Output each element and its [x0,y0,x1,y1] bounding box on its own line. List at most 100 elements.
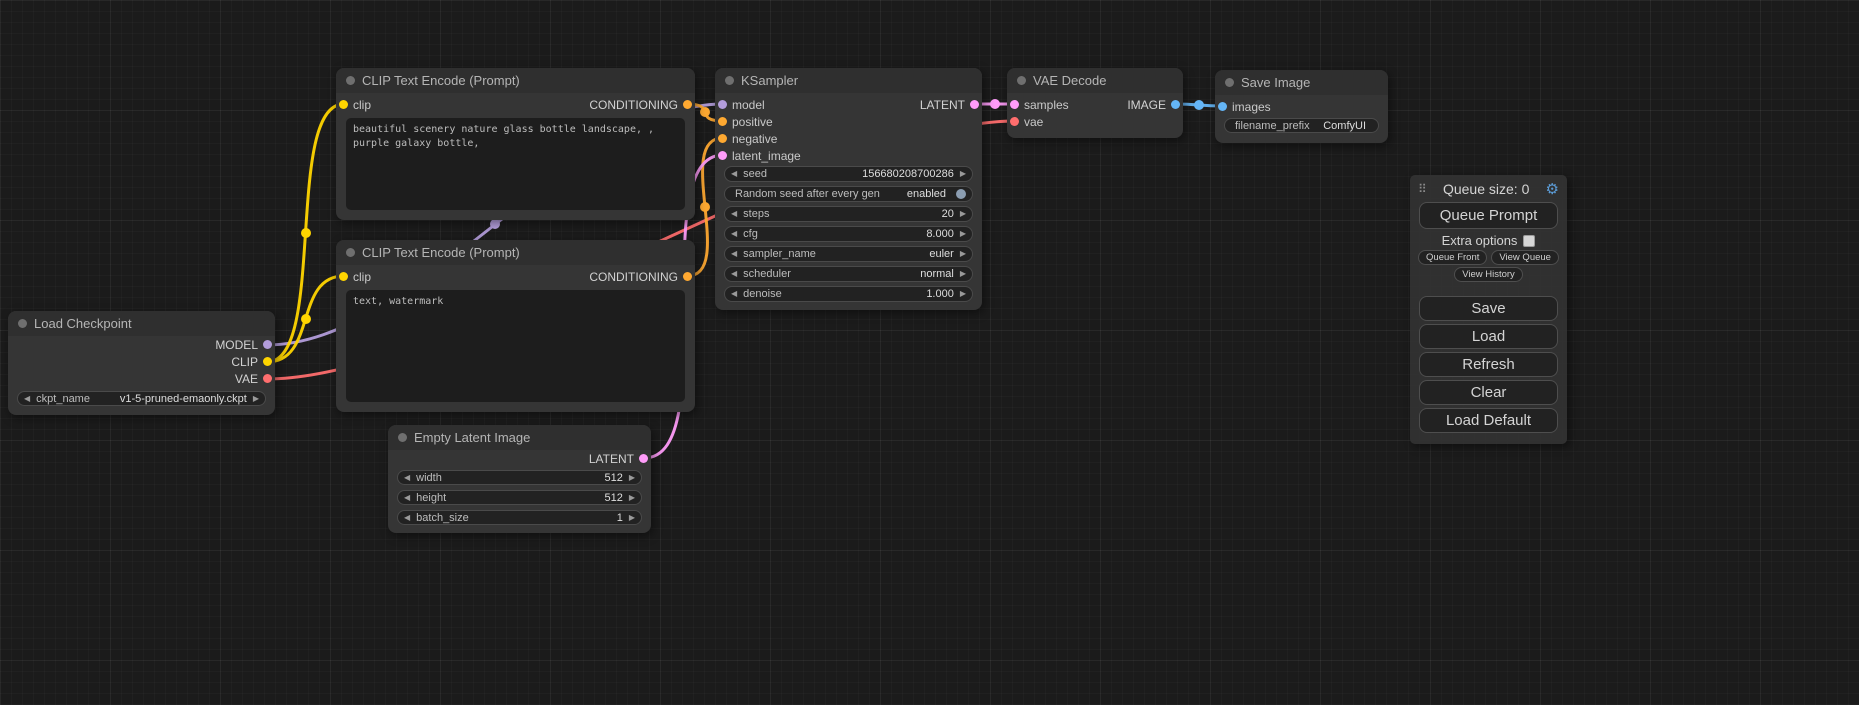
slot-row: LATENT [388,450,651,467]
widget-value: ComfyUI [1323,120,1366,132]
node-title-bar[interactable]: VAE Decode [1007,68,1183,93]
drag-handle-icon[interactable]: ⠿ [1418,182,1427,196]
node-title-bar[interactable]: Load Checkpoint [8,311,275,336]
view-queue-button[interactable]: View Queue [1491,250,1559,265]
node-save-image[interactable]: Save Image images filename_prefix ComfyU… [1215,70,1388,143]
node-empty-latent-image[interactable]: Empty Latent Image LATENT ◀ width 512 ▶ … [388,425,651,533]
input-port-vae[interactable] [1010,117,1019,126]
widget-random-seed-toggle[interactable]: Random seed after every gen enabled [724,186,973,202]
input-slot-label-samples: samples [1024,98,1069,112]
output-port-image[interactable] [1171,100,1180,109]
slot-row: latent_image [715,147,982,164]
input-port-model[interactable] [718,100,727,109]
input-port-clip[interactable] [339,100,348,109]
increment-arrow-icon[interactable]: ▶ [253,395,259,403]
settings-gear-icon[interactable]: ⚙ [1546,180,1559,198]
load-button[interactable]: Load [1419,324,1558,349]
input-port-negative[interactable] [718,134,727,143]
refresh-button[interactable]: Refresh [1419,352,1558,377]
extra-options-checkbox[interactable] [1523,235,1535,247]
node-status-dot-icon[interactable] [398,433,407,442]
decrement-arrow-icon[interactable]: ◀ [731,270,737,278]
output-port-latent[interactable] [639,454,648,463]
node-status-dot-icon[interactable] [346,76,355,85]
node-title-bar[interactable]: CLIP Text Encode (Prompt) [336,240,695,265]
node-ksampler[interactable]: KSampler model LATENT positive negative … [715,68,982,310]
widget-ckpt-name[interactable]: ◀ ckpt_name v1-5-pruned-emaonly.ckpt ▶ [17,391,266,406]
widget-sampler-name[interactable]: ◀ sampler_name euler ▶ [724,246,973,262]
widget-width[interactable]: ◀ width 512 ▶ [397,470,642,485]
widget-seed[interactable]: ◀ seed 156680208700286 ▶ [724,166,973,182]
widget-height[interactable]: ◀ height 512 ▶ [397,490,642,505]
decrement-arrow-icon[interactable]: ◀ [731,250,737,258]
widget-label: Random seed after every gen [735,188,880,200]
toggle-dot-icon[interactable] [956,189,966,199]
output-port-conditioning[interactable] [683,272,692,281]
node-title: Save Image [1241,75,1310,90]
widget-scheduler[interactable]: ◀ scheduler normal ▶ [724,266,973,282]
increment-arrow-icon[interactable]: ▶ [629,514,635,522]
slot-row: model LATENT [715,96,982,113]
output-slot-label-conditioning: CONDITIONING [589,270,678,284]
increment-arrow-icon[interactable]: ▶ [960,230,966,238]
widget-value: 512 [604,472,622,484]
decrement-arrow-icon[interactable]: ◀ [404,474,410,482]
node-title-bar[interactable]: Empty Latent Image [388,425,651,450]
extra-options-row: Extra options [1410,233,1567,248]
increment-arrow-icon[interactable]: ▶ [960,250,966,258]
output-port-conditioning[interactable] [683,100,692,109]
decrement-arrow-icon[interactable]: ◀ [404,514,410,522]
output-port-latent[interactable] [970,100,979,109]
increment-arrow-icon[interactable]: ▶ [960,170,966,178]
prompt-textarea[interactable]: text, watermark [346,290,685,402]
increment-arrow-icon[interactable]: ▶ [629,494,635,502]
input-port-samples[interactable] [1010,100,1019,109]
increment-arrow-icon[interactable]: ▶ [960,290,966,298]
input-slot-label-clip: clip [353,270,371,284]
decrement-arrow-icon[interactable]: ◀ [404,494,410,502]
input-port-positive[interactable] [718,117,727,126]
increment-arrow-icon[interactable]: ▶ [629,474,635,482]
widget-steps[interactable]: ◀ steps 20 ▶ [724,206,973,222]
view-history-button[interactable]: View History [1454,267,1523,282]
node-status-dot-icon[interactable] [1225,78,1234,87]
decrement-arrow-icon[interactable]: ◀ [731,170,737,178]
output-port-vae[interactable] [263,374,272,383]
node-load-checkpoint[interactable]: Load Checkpoint MODEL CLIP VAE ◀ ckpt_na… [8,311,275,415]
input-port-clip[interactable] [339,272,348,281]
input-port-images[interactable] [1218,102,1227,111]
node-title-bar[interactable]: CLIP Text Encode (Prompt) [336,68,695,93]
slot-row: clip CONDITIONING [336,268,695,285]
node-clip-text-encode-positive[interactable]: CLIP Text Encode (Prompt) clip CONDITION… [336,68,695,220]
node-title-bar[interactable]: KSampler [715,68,982,93]
increment-arrow-icon[interactable]: ▶ [960,270,966,278]
decrement-arrow-icon[interactable]: ◀ [731,210,737,218]
load-default-button[interactable]: Load Default [1419,408,1558,433]
decrement-arrow-icon[interactable]: ◀ [731,230,737,238]
comfy-menu-panel[interactable]: ⠿ Queue size: 0 ⚙ Queue Prompt Extra opt… [1410,175,1567,444]
clear-button[interactable]: Clear [1419,380,1558,405]
queue-front-button[interactable]: Queue Front [1418,250,1487,265]
node-title-bar[interactable]: Save Image [1215,70,1388,95]
node-clip-text-encode-negative[interactable]: CLIP Text Encode (Prompt) clip CONDITION… [336,240,695,412]
input-port-latent-image[interactable] [718,151,727,160]
widget-batch-size[interactable]: ◀ batch_size 1 ▶ [397,510,642,525]
slot-row: MODEL [8,336,275,353]
prompt-textarea[interactable]: beautiful scenery nature glass bottle la… [346,118,685,210]
node-status-dot-icon[interactable] [18,319,27,328]
decrement-arrow-icon[interactable]: ◀ [24,395,30,403]
output-port-clip[interactable] [263,357,272,366]
node-status-dot-icon[interactable] [346,248,355,257]
widget-value: normal [920,268,954,280]
widget-denoise[interactable]: ◀ denoise 1.000 ▶ [724,286,973,302]
node-status-dot-icon[interactable] [725,76,734,85]
output-port-model[interactable] [263,340,272,349]
widget-cfg[interactable]: ◀ cfg 8.000 ▶ [724,226,973,242]
widget-filename-prefix[interactable]: filename_prefix ComfyUI [1224,118,1379,133]
node-vae-decode[interactable]: VAE Decode samples IMAGE vae [1007,68,1183,138]
queue-prompt-button[interactable]: Queue Prompt [1419,202,1558,229]
node-status-dot-icon[interactable] [1017,76,1026,85]
save-button[interactable]: Save [1419,296,1558,321]
increment-arrow-icon[interactable]: ▶ [960,210,966,218]
decrement-arrow-icon[interactable]: ◀ [731,290,737,298]
